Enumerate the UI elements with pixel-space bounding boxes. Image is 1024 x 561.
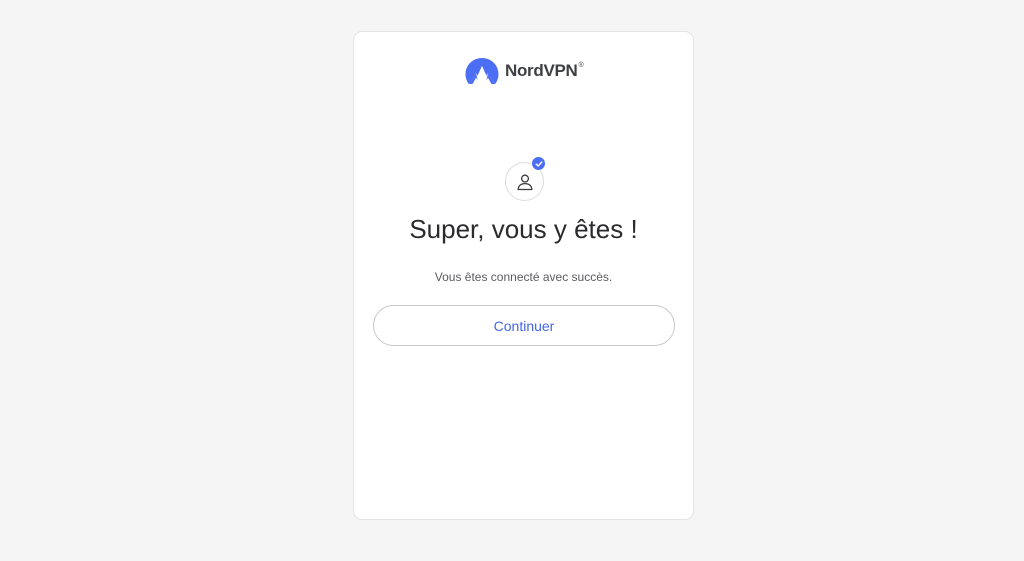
- user-avatar: [505, 156, 546, 201]
- verified-badge: [531, 156, 546, 171]
- user-icon: [517, 174, 532, 190]
- login-success-card: NordVPN® Super, vous y êtes ! Vous êtes …: [353, 31, 694, 520]
- nordvpn-mountain-logo-icon: [465, 58, 499, 84]
- success-message: Vous êtes connecté avec succès.: [434, 270, 613, 284]
- success-title: Super, vous y êtes !: [409, 214, 638, 244]
- nordvpn-logo: NordVPN®: [465, 57, 584, 85]
- logo-wordmark: NordVPN®: [505, 61, 584, 80]
- check-icon: [535, 160, 542, 167]
- continue-button[interactable]: Continuer: [373, 305, 675, 346]
